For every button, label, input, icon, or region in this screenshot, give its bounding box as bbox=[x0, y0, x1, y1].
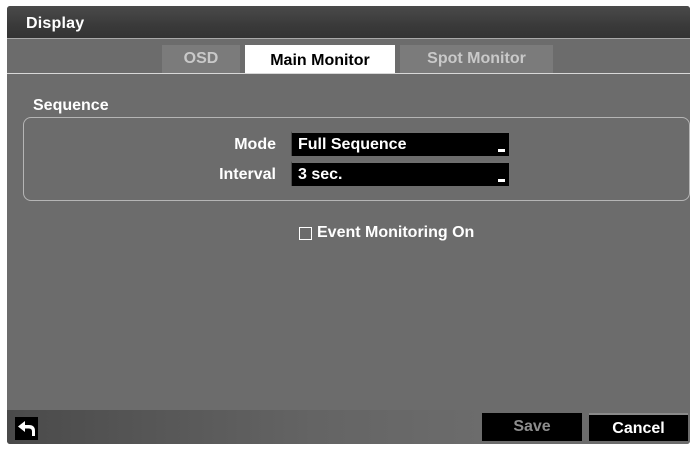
sequence-group bbox=[23, 117, 690, 201]
save-button[interactable]: Save bbox=[482, 413, 582, 441]
tab-spot-monitor[interactable]: Spot Monitor bbox=[400, 45, 553, 73]
dropdown-arrow-icon bbox=[498, 149, 505, 152]
tab-main-monitor[interactable]: Main Monitor bbox=[245, 45, 395, 73]
title-bar: Display bbox=[7, 6, 690, 39]
footer-bar bbox=[7, 410, 690, 444]
mode-dropdown[interactable]: Full Sequence bbox=[291, 131, 509, 156]
interval-value: 3 sec. bbox=[298, 166, 343, 183]
interval-dropdown[interactable]: 3 sec. bbox=[291, 161, 509, 186]
mode-label: Mode bbox=[234, 136, 276, 153]
cancel-button[interactable]: Cancel bbox=[589, 413, 688, 441]
back-button[interactable] bbox=[15, 417, 38, 440]
tab-osd[interactable]: OSD bbox=[162, 45, 240, 73]
event-monitoring-label: Event Monitoring On bbox=[317, 224, 475, 241]
back-arrow-icon bbox=[18, 421, 35, 436]
mode-value: Full Sequence bbox=[298, 136, 407, 153]
dropdown-arrow-icon bbox=[498, 179, 505, 182]
display-dialog: Display OSD Main Monitor Spot Monitor Se… bbox=[7, 6, 690, 444]
window-title: Display bbox=[26, 15, 85, 32]
tab-bar: OSD Main Monitor Spot Monitor bbox=[7, 45, 690, 74]
sequence-section-title: Sequence bbox=[33, 97, 109, 114]
event-monitoring-checkbox[interactable] bbox=[299, 227, 312, 240]
interval-label: Interval bbox=[219, 166, 276, 183]
